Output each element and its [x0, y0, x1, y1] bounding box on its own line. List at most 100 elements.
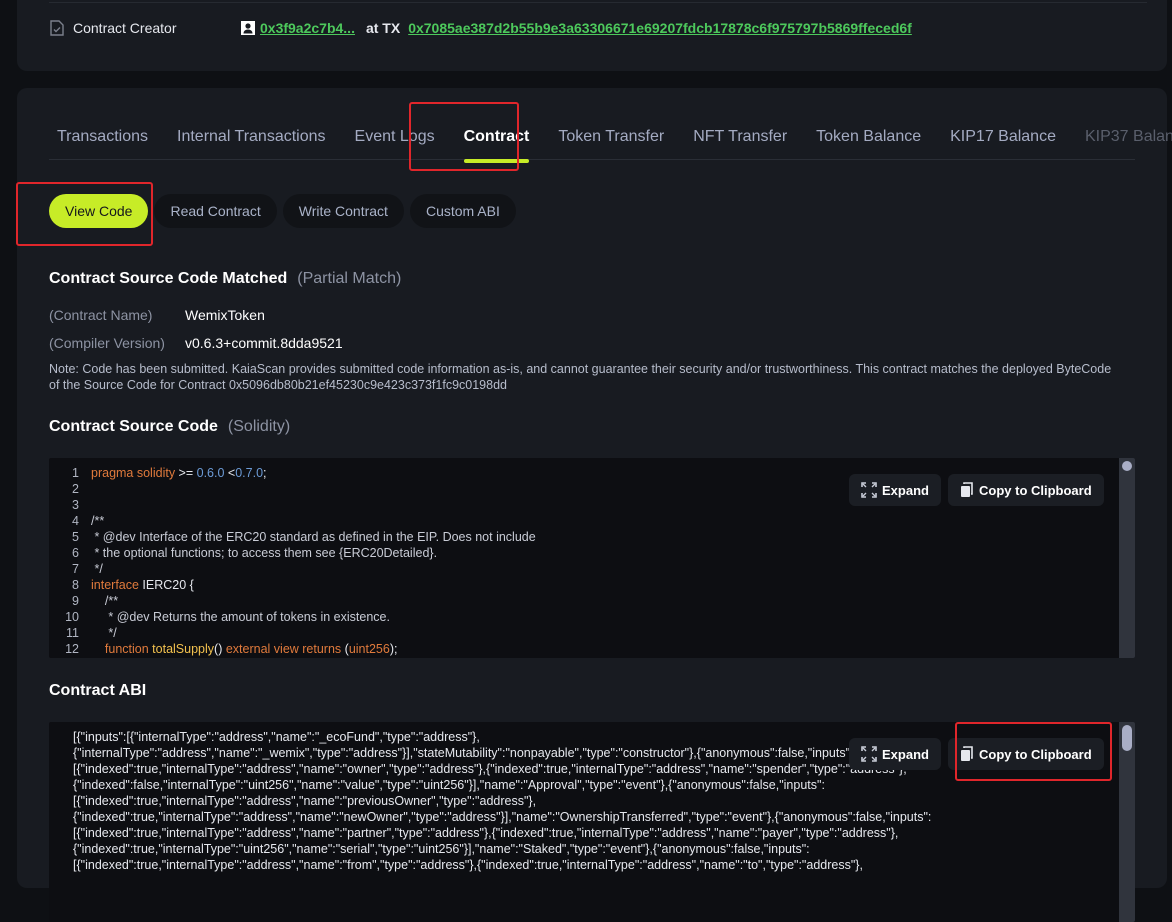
- tab-event-logs[interactable]: Event Logs: [347, 126, 435, 160]
- code-token: external view returns: [225, 642, 345, 656]
- code-line: 9 /**: [49, 593, 536, 609]
- copy-abi-button[interactable]: Copy to Clipboard: [948, 738, 1104, 770]
- tab-kip17-balance[interactable]: KIP17 Balance: [942, 126, 1056, 160]
- contract-abi-heading: Contract ABI: [49, 682, 146, 700]
- tab-token-balance[interactable]: Token Balance: [808, 126, 921, 160]
- subtab-write-contract[interactable]: Write Contract: [282, 194, 404, 228]
- code-token: /**: [91, 594, 119, 608]
- tab-token-transfer[interactable]: Token Transfer: [550, 126, 664, 160]
- source-scrollbar[interactable]: [1119, 458, 1135, 658]
- at-tx-label: at TX: [365, 20, 401, 36]
- code-text: * @dev Returns the amount of tokens in e…: [91, 609, 390, 625]
- code-token: 0.6.0: [196, 466, 225, 480]
- subtab-view-code[interactable]: View Code: [49, 194, 149, 228]
- copy-icon: [961, 482, 973, 497]
- source-language-label: (Solidity): [227, 418, 291, 435]
- code-token: * @dev Interface of the ERC20 standard a…: [91, 530, 536, 544]
- address-tabs: Transactions Internal Transactions Event L…: [49, 126, 1172, 163]
- copy-source-button[interactable]: Copy to Clipboard: [948, 474, 1104, 506]
- abi-viewer[interactable]: [{"inputs":[{"internalType":"address","n…: [49, 722, 1135, 922]
- contract-name-row: (Contract Name) WemixToken: [49, 307, 265, 323]
- tab-contract[interactable]: Contract: [456, 126, 529, 163]
- abi-line: {"indexed":true,"internalType":"uint256"…: [73, 842, 810, 856]
- user-account-icon: [241, 21, 255, 35]
- abi-line: [{"indexed":true,"internalType":"address…: [73, 762, 907, 776]
- abi-scrollbar[interactable]: [1119, 722, 1135, 922]
- abi-line: {"indexed":false,"internalType":"uint256…: [73, 778, 825, 792]
- scroll-thumb[interactable]: [1122, 725, 1132, 751]
- contract-name-key: (Contract Name): [49, 307, 153, 323]
- divider: [49, 2, 1147, 3]
- tab-nft-transfer[interactable]: NFT Transfer: [685, 126, 787, 160]
- abi-line: [{"indexed":true,"internalType":"address…: [73, 826, 899, 840]
- code-token: <: [224, 466, 236, 480]
- expand-icon: [861, 746, 877, 762]
- code-text: function totalSupply() external view ret…: [91, 641, 398, 657]
- document-check-icon: [50, 20, 64, 36]
- code-text: */: [91, 561, 103, 577]
- expand-abi-button[interactable]: Expand: [849, 738, 941, 770]
- code-text: * the optional functions; to access them…: [91, 545, 437, 561]
- line-number: 1: [72, 466, 79, 480]
- code-line: 2: [49, 481, 536, 497]
- expand-source-button[interactable]: Expand: [849, 474, 941, 506]
- abi-line: {"indexed":true,"internalType":"address"…: [73, 810, 932, 824]
- code-token: (): [214, 642, 226, 656]
- code-token: ;: [263, 466, 267, 480]
- code-line: 7 */: [49, 561, 536, 577]
- compiler-version-row: (Compiler Version) v0.6.3+commit.8dda952…: [49, 335, 343, 351]
- line-number: 7: [72, 562, 79, 576]
- contract-name-value: WemixToken: [185, 307, 265, 323]
- match-type-label: (Partial Match): [297, 270, 402, 287]
- abi-line: [{"indexed":true,"internalType":"address…: [73, 858, 863, 872]
- code-token: interface: [91, 578, 143, 592]
- expand-icon: [861, 482, 877, 498]
- expand-label: Expand: [882, 482, 929, 498]
- line-number: 12: [65, 642, 79, 656]
- creation-tx-link[interactable]: 0x7085ae387d2b55b9e3a63306671e69207fdcb1…: [408, 20, 912, 36]
- code-token: * @dev Returns the amount of tokens in e…: [91, 610, 390, 624]
- code-token: uint256: [348, 642, 390, 656]
- copy-icon: [961, 746, 973, 761]
- contract-creator-label: Contract Creator: [73, 20, 177, 36]
- tab-transactions[interactable]: Transactions: [49, 126, 148, 160]
- code-token: * the optional functions; to access them…: [91, 546, 438, 560]
- code-line: 8 interface IERC20 {: [49, 577, 536, 593]
- subtab-custom-abi[interactable]: Custom ABI: [409, 194, 516, 228]
- abi-text: [{"inputs":[{"internalType":"address","n…: [73, 729, 931, 873]
- line-number: 6: [72, 546, 79, 560]
- line-number: 3: [72, 498, 79, 512]
- contract-creator-row: Contract Creator 0x3f9a2c7b4... at TX 0x…: [50, 18, 912, 38]
- code-token: pragma solidity: [91, 466, 179, 480]
- subtab-read-contract[interactable]: Read Contract: [154, 194, 277, 228]
- tab-kip37-balance: KIP37 Balance: [1084, 128, 1172, 145]
- code-line: 10 * @dev Returns the amount of tokens i…: [49, 609, 536, 625]
- line-number: 9: [72, 594, 79, 608]
- code-token: function: [104, 642, 153, 656]
- code-token: /**: [91, 514, 105, 528]
- abi-line: {"internalType":"address","name":"_wemix…: [73, 746, 854, 760]
- source-code-lines: 1 pragma solidity >= 0.6.0 <0.7.0; 2 3 4/** 5…: [49, 465, 536, 657]
- code-text: /**: [91, 513, 104, 529]
- code-token: 0.7.0: [235, 466, 264, 480]
- code-text: /**: [91, 593, 118, 609]
- line-number: 10: [65, 610, 79, 624]
- code-line: 6 * the optional functions; to access th…: [49, 545, 536, 561]
- line-number: 5: [72, 530, 79, 544]
- code-line: 1 pragma solidity >= 0.6.0 <0.7.0;: [49, 465, 536, 481]
- compiler-version-value: v0.6.3+commit.8dda9521: [185, 335, 343, 351]
- code-token: IERC20 {: [142, 578, 194, 592]
- expand-label: Expand: [882, 746, 929, 762]
- code-token: */: [91, 562, 103, 576]
- tab-internal-transactions[interactable]: Internal Transactions: [169, 126, 326, 160]
- contract-subtabs: View Code Read Contract Write Contract Cust…: [49, 194, 516, 228]
- creator-address-link[interactable]: 0x3f9a2c7b4...: [260, 20, 355, 36]
- source-matched-heading: Contract Source Code Matched (Partial Mat…: [49, 270, 401, 288]
- source-code-viewer[interactable]: 1 pragma solidity >= 0.6.0 <0.7.0; 2 3 4/** 5…: [49, 458, 1135, 658]
- scroll-thumb[interactable]: [1122, 461, 1132, 471]
- code-line: 3: [49, 497, 536, 513]
- contract-tab-card: Transactions Internal Transactions Event L…: [17, 88, 1172, 922]
- copy-label: Copy to Clipboard: [979, 746, 1092, 762]
- source-matched-title: Contract Source Code Matched: [49, 270, 288, 287]
- line-number: 2: [72, 482, 79, 496]
